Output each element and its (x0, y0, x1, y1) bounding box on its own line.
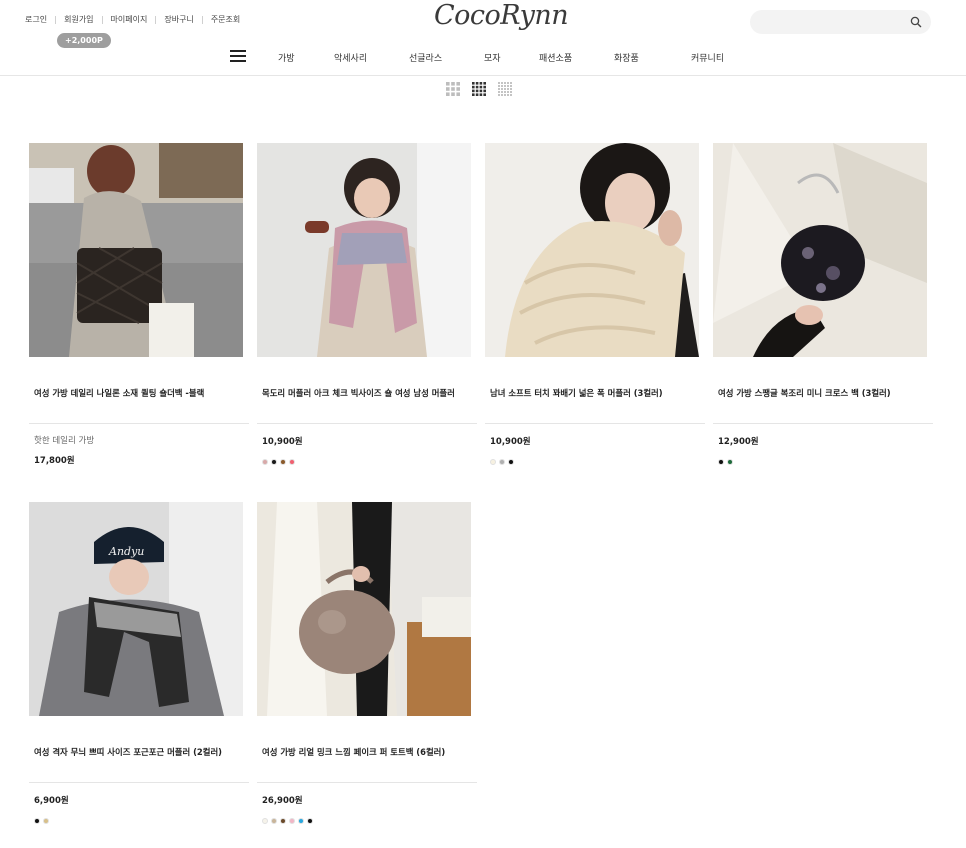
order-lookup-link[interactable]: 주문조회 (211, 14, 240, 25)
grid-small-icon[interactable] (446, 82, 460, 96)
color-swatch (280, 818, 286, 824)
color-swatch (499, 459, 505, 465)
nav-item-cosmetics[interactable]: 화장품 (614, 51, 639, 64)
product-summary: 핫한 데일리 가방 (34, 436, 95, 446)
product-price: 6,900원 (34, 796, 69, 806)
product-price: 10,900원 (262, 437, 303, 447)
cap-logo: Andyu (108, 545, 144, 558)
color-swatches (262, 818, 313, 824)
nav-item-sunglasses[interactable]: 선글라스 (409, 51, 442, 64)
product-price: 17,800원 (34, 456, 75, 466)
product-card[interactable]: 여성 가방 리얼 밍크 느낌 페이크 퍼 토트백 (6컬러) 26,900원 (257, 502, 477, 824)
product-image[interactable] (257, 502, 471, 716)
color-swatch (34, 818, 40, 824)
color-swatches (490, 459, 514, 465)
signup-link[interactable]: 회원가입 (64, 14, 93, 25)
signup-point-badge: +2,000P (57, 33, 111, 48)
search-icon[interactable] (909, 15, 923, 29)
color-swatches (718, 459, 733, 465)
color-swatch (271, 818, 277, 824)
product-image[interactable]: Andyu (29, 502, 243, 716)
grid-medium-icon[interactable] (472, 82, 486, 96)
product-name[interactable]: 목도리 머플러 아크 체크 빅사이즈 숄 여성 남성 머플러 (262, 388, 477, 399)
color-swatch (262, 459, 268, 465)
color-swatch (718, 459, 724, 465)
divider (29, 423, 249, 424)
divider (713, 423, 933, 424)
color-swatch (280, 459, 286, 465)
color-swatch (271, 459, 277, 465)
divider (257, 423, 477, 424)
color-swatch (490, 459, 496, 465)
product-price: 10,900원 (490, 437, 531, 447)
main-nav: 가방 악세사리 선글라스 모자 패션소품 화장품 커뮤니티 (0, 48, 966, 66)
nav-item-community[interactable]: 커뮤니티 (691, 51, 724, 64)
hamburger-menu-icon[interactable] (230, 50, 246, 63)
product-card[interactable]: 여성 가방 데일리 나일론 소재 퀼팅 숄더백 -블랙 핫한 데일리 가방 17… (29, 143, 249, 466)
view-mode-toggles (446, 82, 512, 96)
product-name[interactable]: 여성 격자 무늬 쁘띠 사이즈 포근포근 머플러 (2컬러) (34, 747, 249, 758)
product-name[interactable]: 여성 가방 데일리 나일론 소재 퀼팅 숄더백 -블랙 (34, 388, 249, 399)
product-image[interactable] (713, 143, 927, 357)
search-input[interactable] (760, 14, 905, 30)
search-bar (750, 10, 931, 34)
color-swatch (43, 818, 49, 824)
divider (55, 15, 57, 24)
product-image[interactable] (29, 143, 243, 357)
product-card[interactable]: 남녀 소프트 터치 꽈배기 넓은 폭 머플러 (3컬러) 10,900원 (485, 143, 705, 465)
color-swatch (262, 818, 268, 824)
nav-item-accessory[interactable]: 악세사리 (334, 51, 367, 64)
mypage-link[interactable]: 마이페이지 (111, 14, 148, 25)
product-card[interactable]: 목도리 머플러 아크 체크 빅사이즈 숄 여성 남성 머플러 10,900원 (257, 143, 477, 465)
divider (101, 15, 103, 24)
grid-large-icon[interactable] (498, 82, 512, 96)
product-card[interactable]: 여성 가방 스팽글 복조리 미니 크로스 백 (3컬러) 12,900원 (713, 143, 933, 465)
color-swatch (508, 459, 514, 465)
divider (155, 15, 157, 24)
product-card[interactable]: Andyu 여성 격자 무늬 쁘띠 사이즈 포근포근 머플러 (2컬러) 6,9… (29, 502, 249, 824)
site-logo[interactable]: CocoRynn (434, 0, 569, 31)
product-image[interactable] (485, 143, 699, 357)
top-header: 로그인 회원가입 마이페이지 장바구니 주문조회 +2,000P CocoRyn… (0, 0, 966, 76)
product-name[interactable]: 여성 가방 리얼 밍크 느낌 페이크 퍼 토트백 (6컬러) (262, 747, 477, 758)
login-link[interactable]: 로그인 (25, 14, 47, 25)
divider (257, 782, 477, 783)
nav-item-bag[interactable]: 가방 (278, 51, 295, 64)
color-swatch (289, 459, 295, 465)
color-swatches (262, 459, 295, 465)
divider (485, 423, 705, 424)
divider (201, 15, 203, 24)
color-swatches (34, 818, 49, 824)
product-price: 12,900원 (718, 437, 759, 447)
product-image[interactable] (257, 143, 471, 357)
color-swatch (727, 459, 733, 465)
product-price: 26,900원 (262, 796, 303, 806)
color-swatch (289, 818, 295, 824)
utility-links: 로그인 회원가입 마이페이지 장바구니 주문조회 (25, 14, 240, 25)
color-swatch (307, 818, 313, 824)
cart-link[interactable]: 장바구니 (164, 14, 193, 25)
color-swatch (298, 818, 304, 824)
divider (29, 782, 249, 783)
nav-item-fashion-goods[interactable]: 패션소품 (539, 51, 572, 64)
product-name[interactable]: 남녀 소프트 터치 꽈배기 넓은 폭 머플러 (3컬러) (490, 388, 705, 399)
product-name[interactable]: 여성 가방 스팽글 복조리 미니 크로스 백 (3컬러) (718, 388, 933, 399)
nav-item-hat[interactable]: 모자 (484, 51, 501, 64)
